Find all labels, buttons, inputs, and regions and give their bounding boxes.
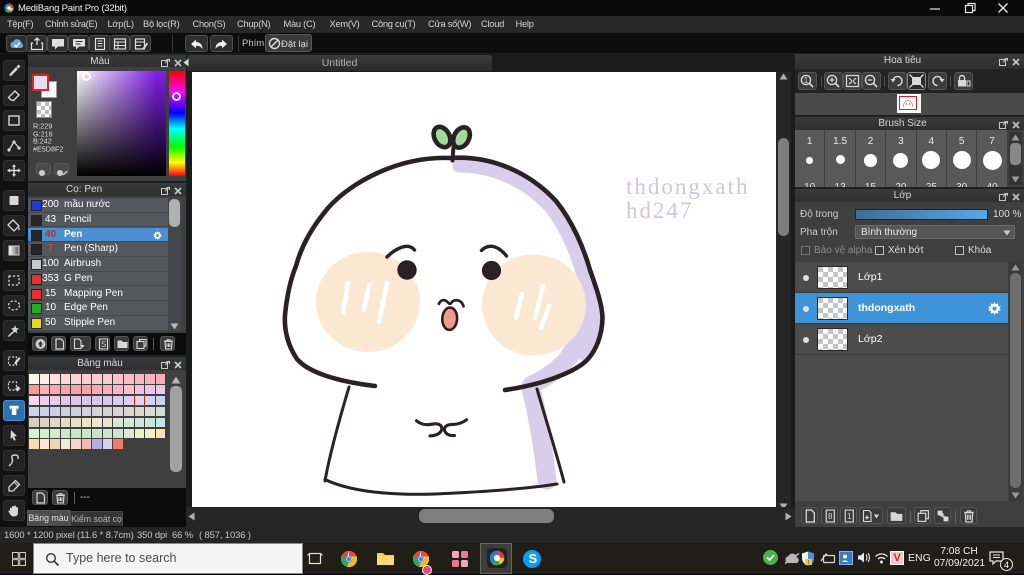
svg-text:T: T (10, 404, 18, 418)
svg-text:S: S (101, 340, 106, 349)
svg-text:8: 8 (828, 512, 833, 521)
svg-text:1: 1 (847, 512, 852, 521)
svg-text:1: 1 (804, 76, 809, 85)
